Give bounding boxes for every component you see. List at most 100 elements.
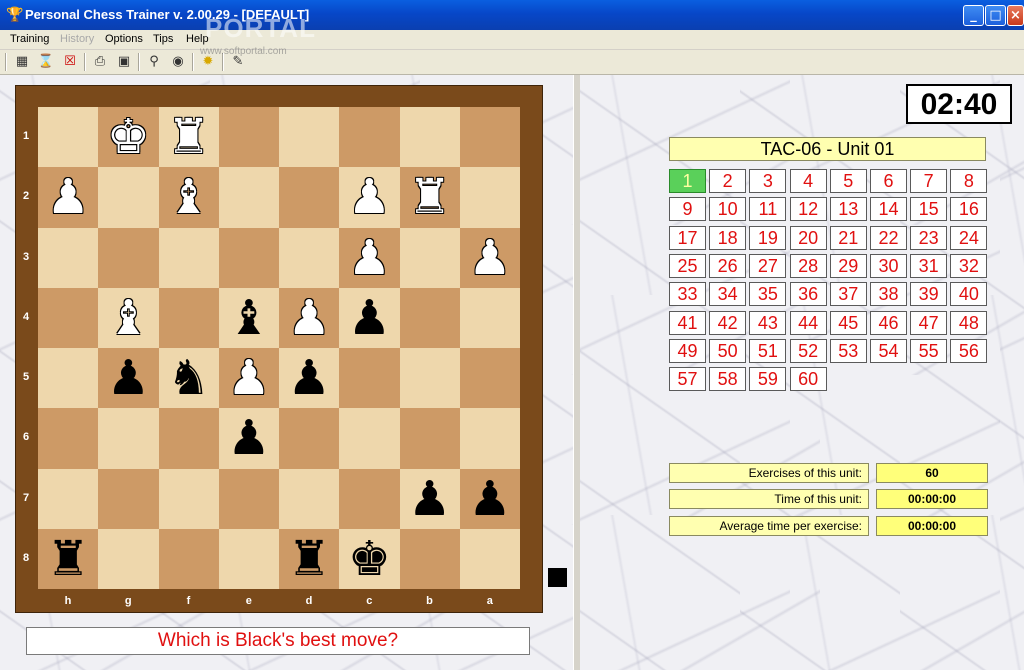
square-d7[interactable] (279, 468, 340, 529)
square-d3[interactable] (279, 227, 340, 288)
square-e8[interactable] (218, 528, 279, 589)
square-f7[interactable] (158, 468, 219, 529)
piece-d4[interactable]: ♟ (279, 288, 339, 348)
save-icon[interactable]: ▣ (114, 52, 134, 72)
hourglass-icon[interactable]: ⌛ (36, 52, 56, 72)
exercise-button-10[interactable]: 10 (709, 197, 747, 222)
square-g8[interactable] (98, 528, 159, 589)
exercise-button-5[interactable]: 5 (829, 169, 867, 193)
exercise-button-17[interactable]: 17 (669, 225, 706, 250)
exercise-button-18[interactable]: 18 (709, 225, 747, 250)
piece-a3[interactable]: ♟ (460, 228, 520, 288)
exercise-button-4[interactable]: 4 (789, 169, 827, 193)
piece-e4[interactable]: ♝ (219, 288, 279, 348)
exercise-button-53[interactable]: 53 (829, 338, 867, 363)
square-h4[interactable] (38, 287, 99, 348)
exercise-button-52[interactable]: 52 (789, 338, 827, 363)
exercise-button-41[interactable]: 41 (669, 310, 706, 335)
square-e7[interactable] (218, 468, 279, 529)
square-g3[interactable] (98, 227, 159, 288)
exercise-button-21[interactable]: 21 (829, 225, 867, 250)
square-f4[interactable] (158, 287, 219, 348)
square-h6[interactable] (38, 408, 99, 469)
square-d2[interactable] (279, 167, 340, 228)
square-c6[interactable] (339, 408, 400, 469)
exercise-button-59[interactable]: 59 (749, 367, 787, 392)
menu-tips[interactable]: Tips (153, 33, 173, 45)
exercise-button-56[interactable]: 56 (950, 338, 988, 363)
exercise-button-7[interactable]: 7 (910, 169, 948, 193)
exercise-button-14[interactable]: 14 (870, 197, 907, 222)
close-button[interactable]: × (1007, 5, 1024, 26)
exercise-button-6[interactable]: 6 (870, 169, 907, 193)
square-f6[interactable] (158, 408, 219, 469)
exercise-button-44[interactable]: 44 (789, 310, 827, 335)
exercise-button-25[interactable]: 25 (669, 253, 706, 278)
exercise-button-11[interactable]: 11 (749, 197, 787, 222)
exercise-button-34[interactable]: 34 (709, 282, 747, 307)
exercise-button-30[interactable]: 30 (870, 253, 907, 278)
cancel-icon[interactable]: ☒ (60, 52, 80, 72)
piece-g4[interactable]: ♝ (98, 288, 158, 348)
square-e3[interactable] (218, 227, 279, 288)
square-c1[interactable] (339, 107, 400, 168)
search-icon[interactable]: ⚲ (144, 52, 164, 72)
piece-c4[interactable]: ♟ (339, 288, 399, 348)
square-g7[interactable] (98, 468, 159, 529)
exercise-button-23[interactable]: 23 (910, 225, 948, 250)
piece-b7[interactable]: ♟ (400, 469, 460, 529)
exercise-button-46[interactable]: 46 (870, 310, 907, 335)
exercise-button-45[interactable]: 45 (829, 310, 867, 335)
exercise-button-51[interactable]: 51 (749, 338, 787, 363)
exercise-button-40[interactable]: 40 (950, 282, 988, 307)
piece-e5[interactable]: ♟ (219, 348, 279, 408)
square-h7[interactable] (38, 468, 99, 529)
piece-d5[interactable]: ♟ (279, 348, 339, 408)
square-a5[interactable] (459, 348, 520, 409)
exercise-button-60[interactable]: 60 (789, 367, 827, 392)
print-icon[interactable]: ⎙ (90, 52, 110, 72)
board-icon[interactable]: ▦ (12, 52, 32, 72)
menu-history[interactable]: History (60, 33, 94, 45)
exercise-button-2[interactable]: 2 (709, 169, 747, 193)
square-f3[interactable] (158, 227, 219, 288)
exercise-button-22[interactable]: 22 (870, 225, 907, 250)
exercise-button-12[interactable]: 12 (789, 197, 827, 222)
exercise-button-27[interactable]: 27 (749, 253, 787, 278)
exercise-button-57[interactable]: 57 (669, 367, 706, 392)
exercise-button-37[interactable]: 37 (829, 282, 867, 307)
exercise-button-26[interactable]: 26 (709, 253, 747, 278)
exercise-button-38[interactable]: 38 (870, 282, 907, 307)
chess-board[interactable]: ♚ ♜ ♟ ♝ ♟ ♜ ♟ ♟ ♝ ♝ ♟ ♟ ♟ ♞ ♟ ♟ ♟ ♟ ♟ ♜ ♜ ♚ (38, 107, 520, 589)
square-d6[interactable] (279, 408, 340, 469)
exercise-button-58[interactable]: 58 (709, 367, 747, 392)
exercise-button-33[interactable]: 33 (669, 282, 706, 307)
square-b4[interactable] (399, 287, 460, 348)
piece-c3[interactable]: ♟ (339, 228, 399, 288)
piece-c8[interactable]: ♚ (339, 529, 399, 589)
exercise-button-31[interactable]: 31 (910, 253, 948, 278)
piece-g5[interactable]: ♟ (98, 348, 158, 408)
square-f8[interactable] (158, 528, 219, 589)
exercise-button-29[interactable]: 29 (829, 253, 867, 278)
square-h1[interactable] (38, 107, 99, 168)
exercise-button-54[interactable]: 54 (870, 338, 907, 363)
exercise-button-50[interactable]: 50 (709, 338, 747, 363)
square-b1[interactable] (399, 107, 460, 168)
square-e1[interactable] (218, 107, 279, 168)
exercise-button-49[interactable]: 49 (669, 338, 706, 363)
exercise-button-16[interactable]: 16 (950, 197, 988, 222)
menu-training[interactable]: Training (10, 33, 49, 45)
piece-g1[interactable]: ♚ (98, 107, 158, 167)
exercise-button-24[interactable]: 24 (950, 225, 988, 250)
exercise-button-15[interactable]: 15 (910, 197, 948, 222)
camera-icon[interactable]: ◉ (168, 52, 188, 72)
exercise-button-20[interactable]: 20 (789, 225, 827, 250)
exercise-button-3[interactable]: 3 (749, 169, 787, 193)
square-c5[interactable] (339, 348, 400, 409)
piece-e6[interactable]: ♟ (219, 408, 279, 468)
square-a8[interactable] (459, 528, 520, 589)
piece-a7[interactable]: ♟ (460, 469, 520, 529)
square-a6[interactable] (459, 408, 520, 469)
exercise-button-32[interactable]: 32 (950, 253, 988, 278)
